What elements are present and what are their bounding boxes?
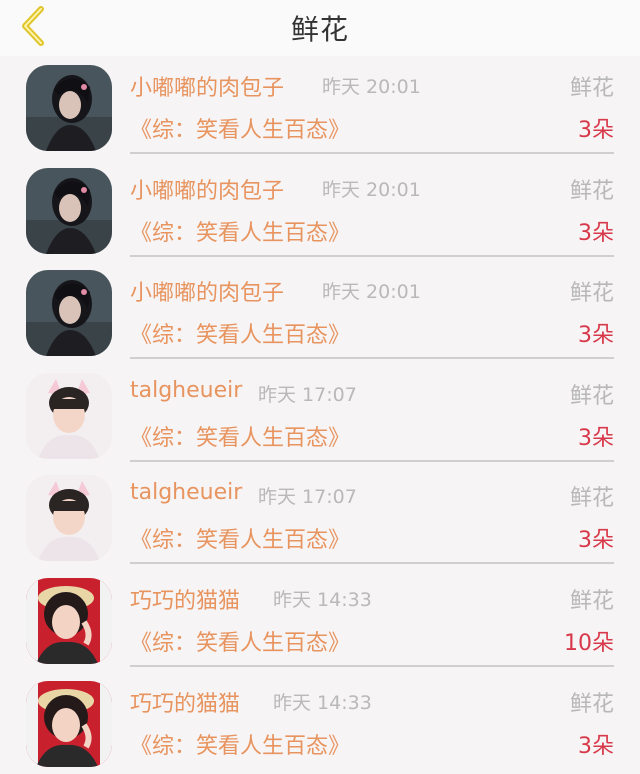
avatar[interactable] [26, 577, 112, 664]
divider [130, 357, 614, 360]
top-bar: 鲜花 [0, 0, 640, 56]
gift-type: 鲜花 [569, 588, 614, 614]
flower-count: 3朵 [578, 528, 614, 554]
book-title[interactable]: 《综：笑看人生百态》 [130, 215, 350, 247]
book-title[interactable]: 《综：笑看人生百态》 [130, 112, 350, 144]
divider [130, 152, 614, 154]
gift-type: 鲜花 [569, 178, 614, 204]
avatar[interactable] [26, 167, 112, 254]
user-name: 小嘟嘟的肉包子 [130, 76, 285, 101]
divider [130, 254, 614, 257]
avatar[interactable] [26, 475, 112, 562]
divider [130, 562, 614, 565]
book-title[interactable]: 《综：笑看人生百态》 [130, 728, 350, 760]
gift-type: 鲜花 [569, 281, 614, 307]
timestamp: 昨天 14:33 [273, 588, 372, 611]
book-title[interactable]: 《综：笑看人生百态》 [130, 625, 350, 657]
divider [130, 459, 614, 462]
book-title[interactable]: 《综：笑看人生百态》 [130, 522, 350, 554]
flower-count: 3朵 [578, 220, 614, 246]
avatar[interactable] [26, 680, 112, 767]
book-title[interactable]: 《综：笑看人生百态》 [130, 420, 350, 452]
flower-count: 3朵 [578, 323, 614, 349]
list-item[interactable]: 小嘟嘟的肉包子 昨天 20:01 鲜花 《综：笑看人生百态》 3朵 [0, 56, 640, 159]
list-item[interactable]: 小嘟嘟的肉包子 昨天 20:01 鲜花 《综：笑看人生百态》 3朵 [0, 261, 640, 364]
timestamp: 昨天 17:07 [258, 486, 357, 509]
list-item[interactable]: talgheueir 昨天 17:07 鲜花 《综：笑看人生百态》 3朵 [0, 466, 640, 569]
divider [130, 664, 614, 667]
avatar[interactable] [26, 270, 112, 357]
list-item[interactable]: 巧巧的猫猫 昨天 14:33 鲜花 《综：笑看人生百态》 10朵 [0, 569, 640, 672]
back-button[interactable] [10, 4, 54, 48]
list-item[interactable]: talgheueir 昨天 17:07 鲜花 《综：笑看人生百态》 3朵 [0, 364, 640, 467]
flower-list: 小嘟嘟的肉包子 昨天 20:01 鲜花 《综：笑看人生百态》 3朵 小嘟嘟的肉包… [0, 56, 640, 774]
page-title: 鲜花 [290, 13, 349, 46]
avatar[interactable] [26, 65, 112, 151]
user-name: 小嘟嘟的肉包子 [130, 178, 285, 204]
user-name: talgheueir [130, 377, 243, 403]
gift-type: 鲜花 [569, 691, 614, 717]
timestamp: 昨天 20:01 [322, 281, 421, 304]
avatar[interactable] [26, 372, 112, 459]
gift-type: 鲜花 [569, 76, 614, 101]
flower-count: 3朵 [578, 118, 614, 143]
timestamp: 昨天 20:01 [322, 178, 421, 201]
user-name: 小嘟嘟的肉包子 [130, 281, 285, 307]
user-name: 巧巧的猫猫 [130, 691, 241, 717]
gift-type: 鲜花 [569, 486, 614, 512]
timestamp: 昨天 14:33 [273, 691, 372, 714]
flower-count: 3朵 [578, 425, 614, 451]
list-item[interactable]: 小嘟嘟的肉包子 昨天 20:01 鲜花 《综：笑看人生百态》 3朵 [0, 159, 640, 262]
gift-type: 鲜花 [569, 383, 614, 409]
book-title[interactable]: 《综：笑看人生百态》 [130, 317, 350, 349]
user-name: talgheueir [130, 480, 243, 506]
flower-count: 3朵 [578, 733, 614, 759]
list-item[interactable]: 巧巧的猫猫 昨天 14:33 鲜花 《综：笑看人生百态》 3朵 [0, 672, 640, 774]
chevron-left-icon [22, 6, 44, 46]
user-name: 巧巧的猫猫 [130, 588, 241, 614]
timestamp: 昨天 17:07 [258, 383, 357, 406]
timestamp: 昨天 20:01 [322, 76, 421, 98]
flower-count: 10朵 [564, 630, 614, 656]
